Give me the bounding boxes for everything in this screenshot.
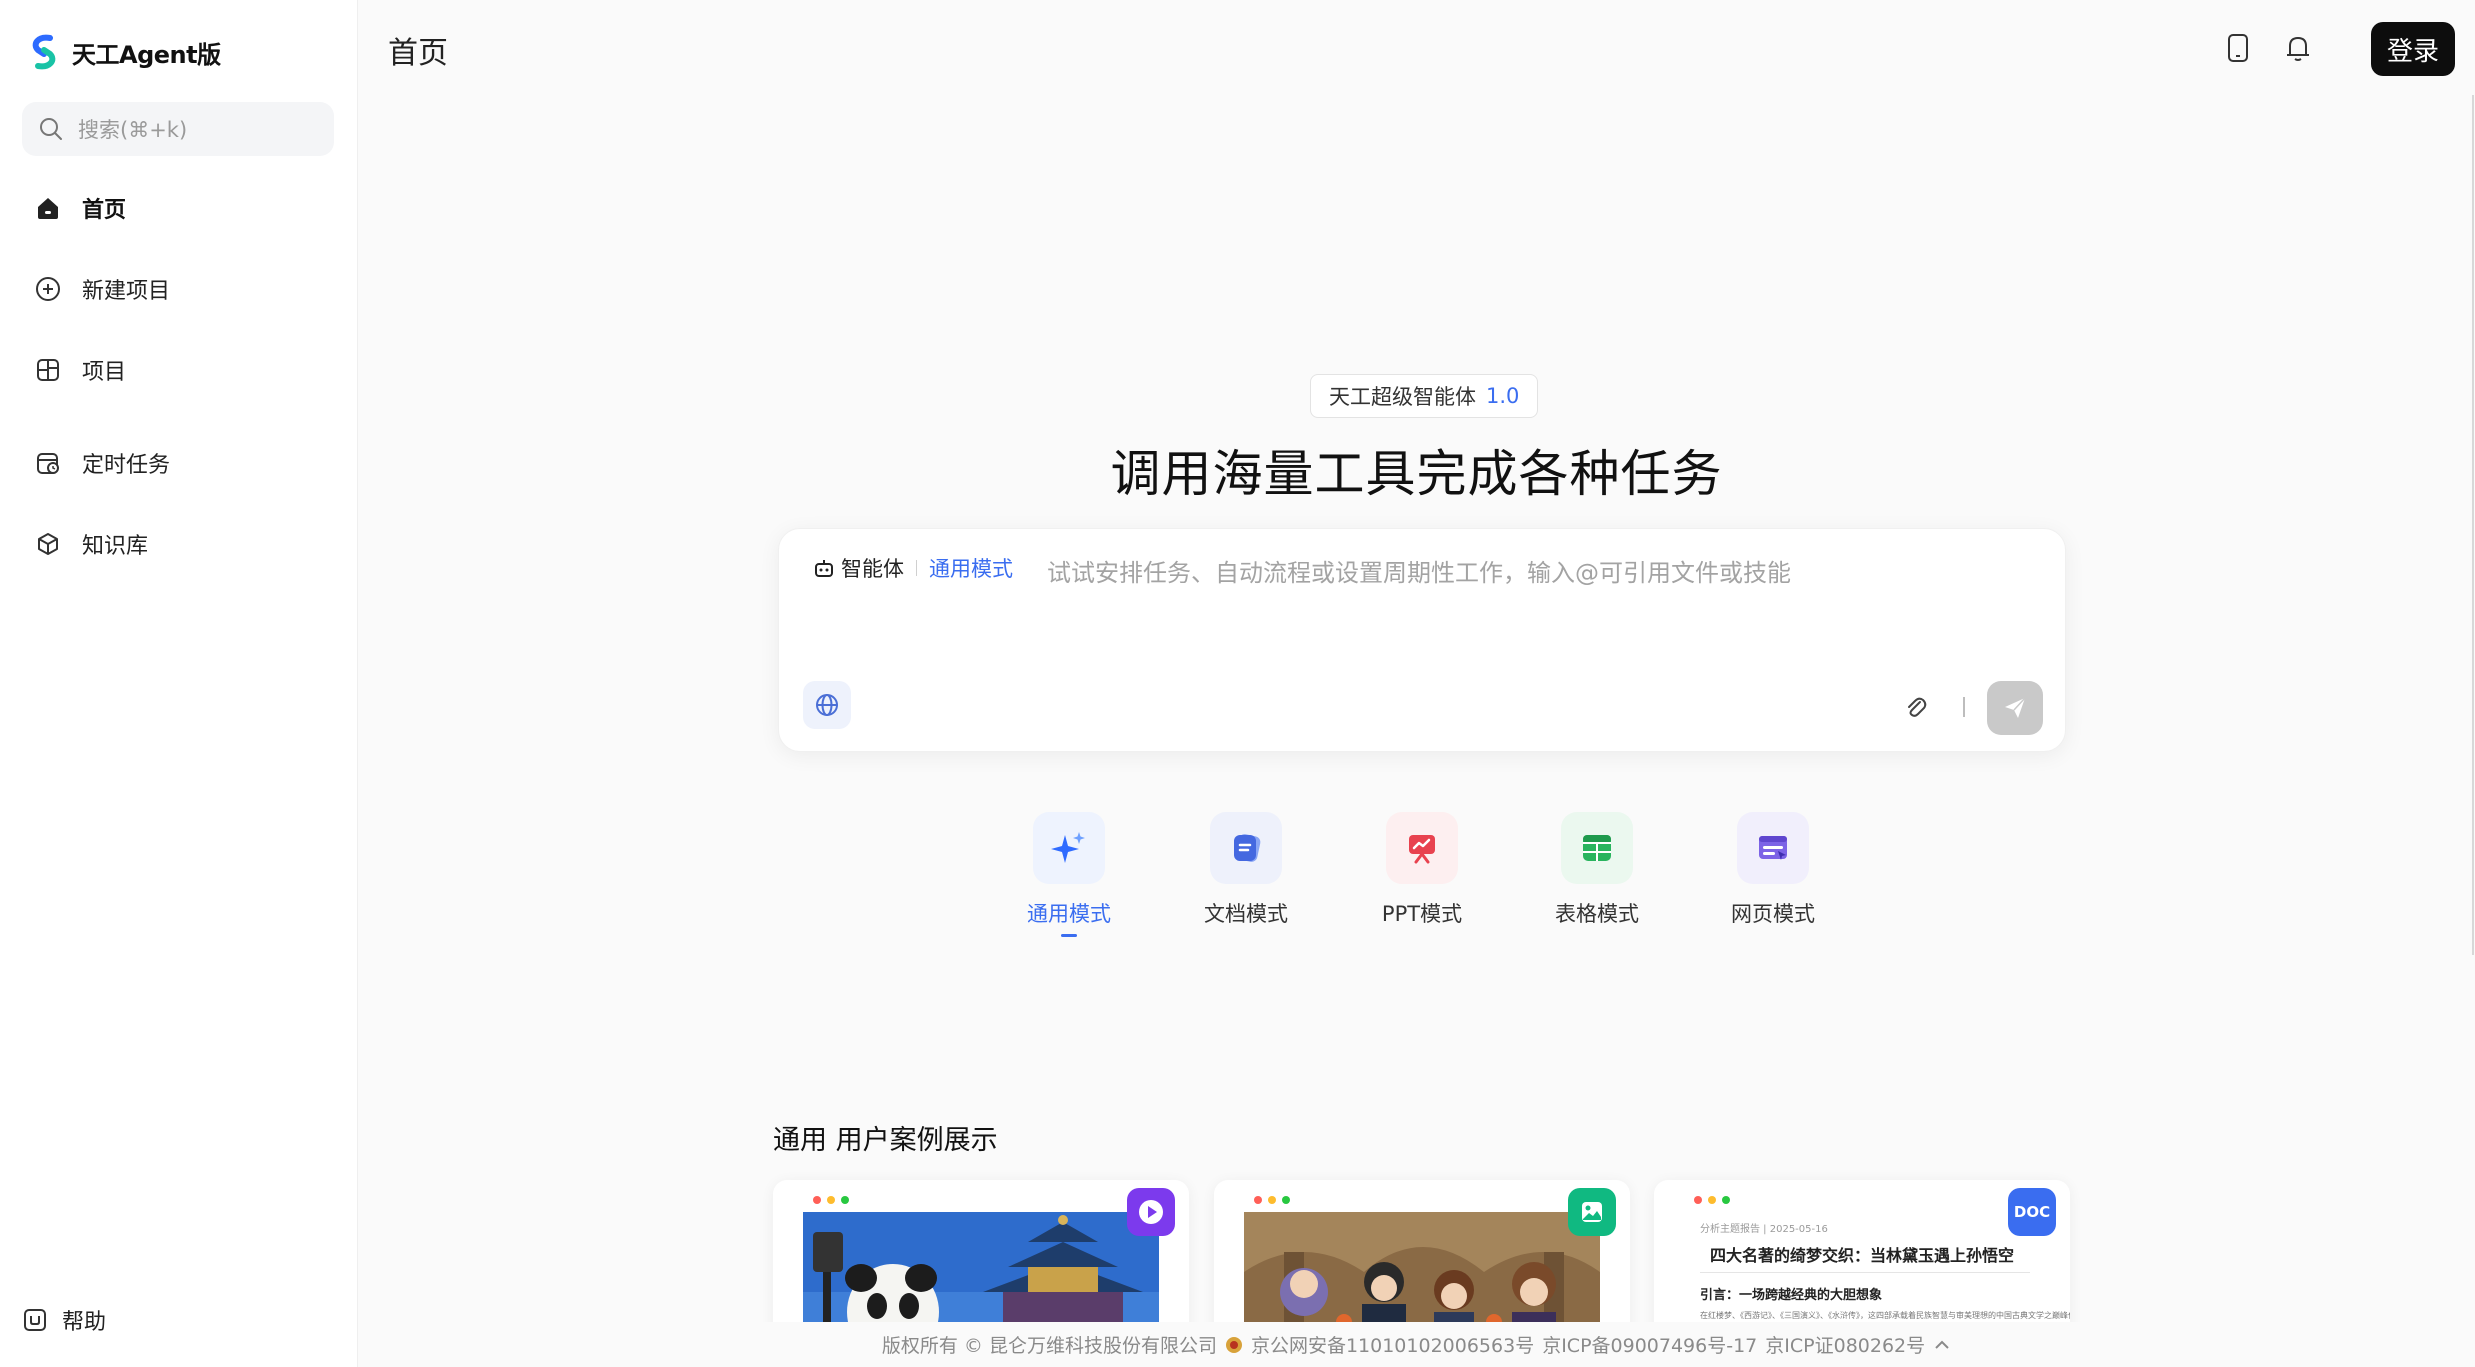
doc-body: 在红楼梦、《西游记》、《三国演义》、《水浒传》，这四部承载着民族智慧与审美理想的… [1700,1311,2070,1320]
police-badge-icon [1225,1336,1242,1353]
sidebar-item-label: 定时任务 [82,453,171,478]
sidebar-item-knowledge-base[interactable]: 知识库 [22,514,334,574]
sidebar-item-label: 项目 [82,360,127,385]
window-dots [1694,1196,1730,1204]
mode-label: 通用模式 [1027,902,1111,926]
play-icon [1127,1188,1175,1236]
search-input[interactable]: 搜索(⌘+k) [22,102,334,156]
active-indicator [1061,934,1077,937]
document-icon [1210,812,1282,884]
robot-icon [815,560,833,577]
doc-meta: 分析主题报告 | 2025-05-16 [1700,1224,1828,1235]
footer-icp[interactable]: 京ICP备09007496号-17 [1542,1331,1757,1358]
mode-ppt[interactable]: PPT模式 [1352,812,1492,928]
footer: 版权所有 © 昆仑万维科技股份有限公司 京公网安备11010102006563号… [358,1322,2475,1367]
mobile-icon[interactable] [2220,30,2256,66]
send-icon [2005,697,2026,718]
chevron-up-icon[interactable] [1933,1336,1951,1354]
table-icon [1561,812,1633,884]
doc-divider [1700,1272,2030,1273]
login-button[interactable]: 登录 [2371,22,2455,76]
hero-badge: 天工超级智能体 1.0 [1310,374,1539,418]
footer-icp-license[interactable]: 京ICP证080262号 [1765,1331,1925,1358]
cases-title: 通用 用户案例展示 [773,1125,998,1156]
bell-icon[interactable] [2280,30,2316,66]
home-icon [34,194,62,222]
mode-webpage[interactable]: 网页模式 [1703,812,1843,928]
sparkle-icon [1033,812,1105,884]
sidebar-item-scheduled-tasks[interactable]: 定时任务 [22,433,334,493]
help-icon [24,1309,46,1331]
chip-divider [916,560,917,576]
mode-label: PPT模式 [1381,902,1463,926]
cube-icon [34,530,62,558]
globe-icon [816,694,838,716]
sidebar: 天工Agent版 搜索(⌘+k) 首页 新建项目 项目 定时任务 知识库 帮助 [0,0,358,1367]
brand-name: 天工Agent版 [72,40,221,69]
search-icon [40,118,62,140]
plus-circle-icon [34,275,62,303]
hero-title: 调用海量工具完成各种任务 [1110,445,1723,503]
project-icon [34,356,62,384]
hero-badge-label: 天工超级智能体 [1329,385,1476,409]
help-label: 帮助 [62,1310,107,1335]
doc-title: 四大名著的绮梦交织：当林黛玉遇上孙悟空 [1709,1246,2014,1265]
footer-copyright: 版权所有 © 昆仑万维科技股份有限公司 [881,1335,1217,1357]
scrollbar[interactable] [2472,95,2474,955]
brand-logo-icon [32,34,56,70]
help-button[interactable]: 帮助 [22,1300,106,1340]
sidebar-item-label: 知识库 [82,534,149,559]
mode-document[interactable]: 文档模式 [1176,812,1316,928]
calendar-clock-icon [34,449,62,477]
prompt-input[interactable]: 试试安排任务、自动流程或设置周期性工作，输入@可引用文件或技能 [1047,553,1791,588]
footer-police[interactable]: 京公网安备11010102006563号 [1251,1331,1534,1358]
mode-sheet[interactable]: 表格模式 [1527,812,1667,928]
sidebar-item-home[interactable]: 首页 [22,178,334,238]
window-dots [813,1196,849,1204]
presentation-icon [1386,812,1458,884]
agent-mode-chip[interactable]: 智能体 通用模式 [813,553,1013,583]
mode-label: 表格模式 [1555,902,1639,926]
paperclip-icon [1908,697,1927,717]
hero-badge-version: 1.0 [1486,384,1520,408]
sidebar-item-label: 新建项目 [82,279,171,304]
mode-label: 通用模式 [929,557,1013,581]
search-placeholder: 搜索(⌘+k) [78,118,188,142]
brand[interactable]: 天工Agent版 [24,32,221,72]
mode-general[interactable]: 通用模式 [999,812,1139,937]
mode-label: 网页模式 [1731,902,1815,926]
doc-badge-icon: DOC [2008,1188,2056,1236]
web-search-toggle[interactable] [803,681,851,729]
prompt-composer[interactable]: 智能体 通用模式 试试安排任务、自动流程或设置周期性工作，输入@可引用文件或技能 [778,528,2066,752]
toolbar-divider [1963,697,1965,717]
agent-label: 智能体 [841,557,904,581]
sidebar-item-label: 首页 [82,198,127,223]
send-button[interactable] [1987,681,2043,735]
window-dots [1254,1196,1290,1204]
sidebar-item-new-project[interactable]: 新建项目 [22,259,334,319]
page-title: 首页 [388,36,448,71]
webpage-icon [1737,812,1809,884]
attach-button[interactable] [1899,689,1933,723]
mode-label: 文档模式 [1204,902,1288,926]
image-icon [1568,1188,1616,1236]
doc-subtitle: 引言：一场跨越经典的大胆想象 [1700,1288,1883,1303]
sidebar-item-projects[interactable]: 项目 [22,340,334,400]
